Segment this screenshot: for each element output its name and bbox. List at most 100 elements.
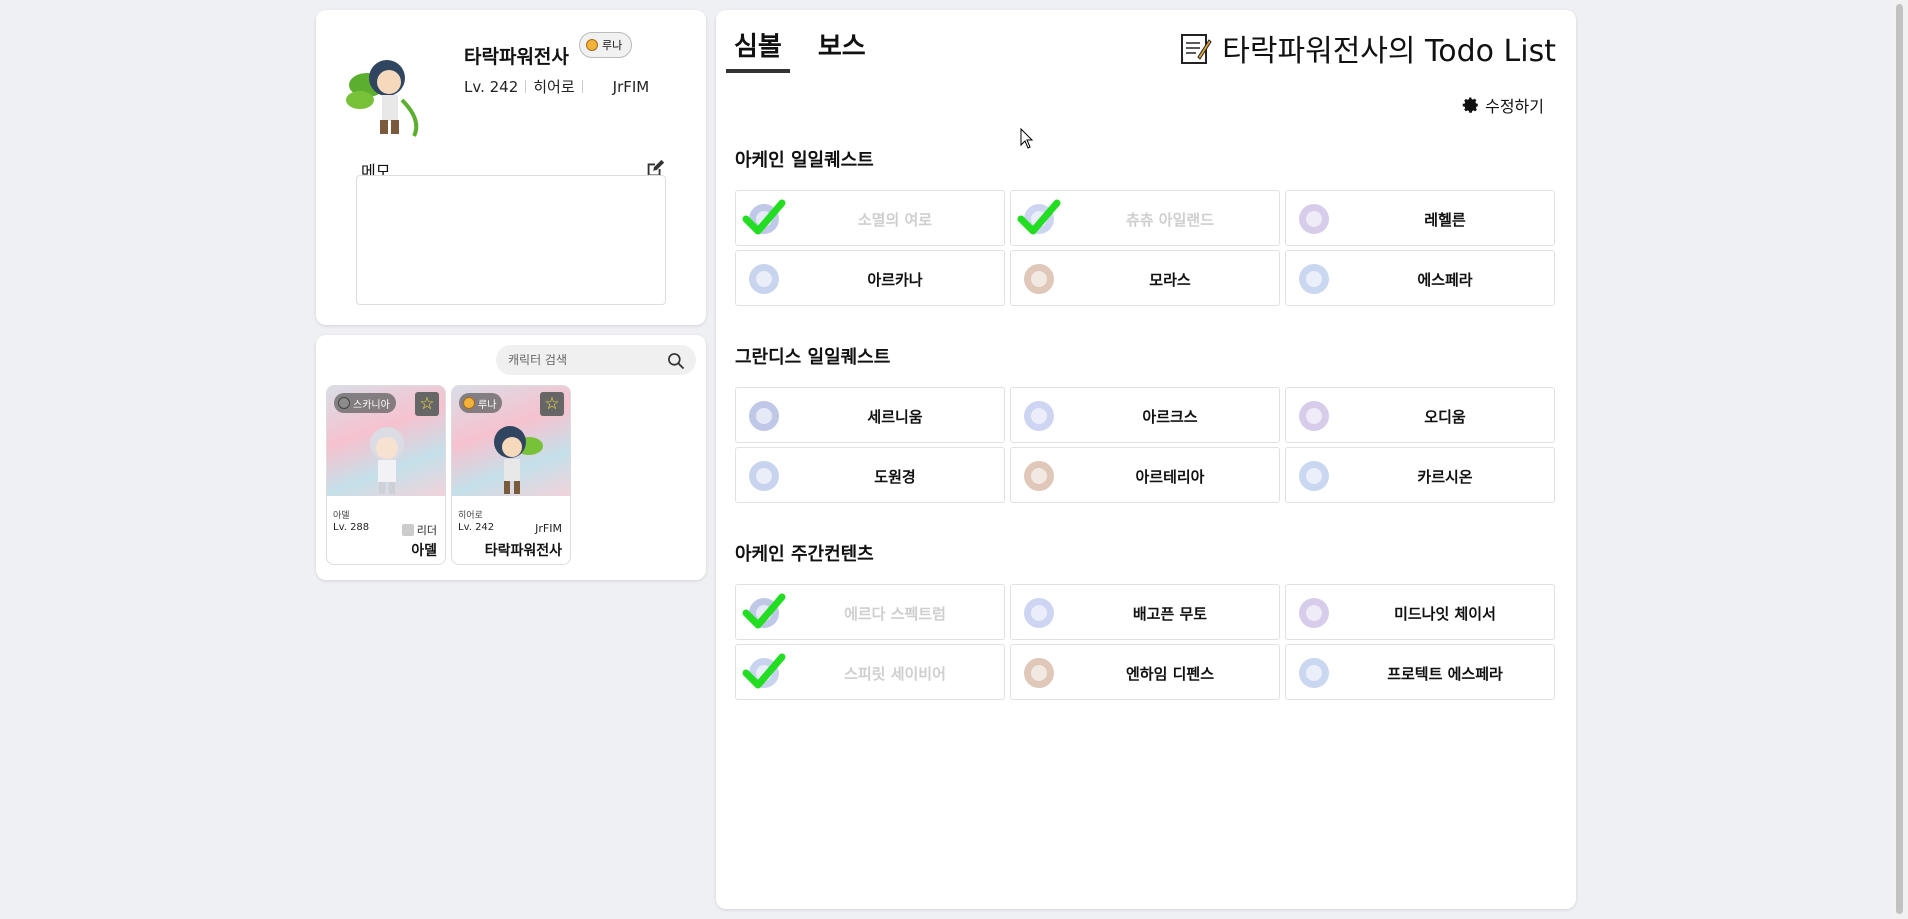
card-level: Lv. 242 [458,522,495,533]
quest-label: 아르크스 [1142,408,1198,426]
quest-card[interactable]: 스피릿 세이비어 [735,644,1005,700]
favorite-star-icon[interactable]: ☆ [415,392,439,416]
quest-card[interactable]: 미드나잇 체이서 [1285,584,1555,640]
character-level: Lv. 242 [464,77,519,96]
quest-card[interactable]: 아르크스 [1010,387,1280,443]
quest-region-icon [1296,261,1332,297]
search-icon[interactable] [666,351,686,371]
section-title: 그란디스 일일퀘스트 [735,347,891,368]
quest-region-icon [746,458,782,494]
quest-label: 엔하임 디펜스 [1125,665,1215,683]
quest-card[interactable]: 츄츄 아일랜드 [1010,190,1280,246]
page-scrollbar[interactable] [1891,0,1908,919]
quest-label: 아르카나 [867,271,923,289]
world-coin-icon [463,397,475,409]
character-card[interactable]: 루나 ☆ 히어로 Lv. 242 JrFIM 타락파워전사 [451,385,571,565]
guild-emblem-icon [401,524,414,536]
quest-region-icon [1296,201,1332,237]
character-search-input[interactable] [508,351,658,369]
quest-region-icon [1021,398,1057,434]
quest-card[interactable]: 레헬른 [1285,190,1555,246]
quest-region-icon [746,261,782,297]
memo-textarea[interactable] [356,175,666,305]
character-list-panel: 스카니아 ☆ 아델 Lv. 288 리더 아델 루나 ☆ 히어로 Lv. 242… [316,335,706,580]
quest-card[interactable]: 오디움 [1285,387,1555,443]
character-sprite-image [494,426,543,494]
scrollbar-thumb[interactable] [1896,4,1903,914]
quest-card[interactable]: 프로텍트 에스페라 [1285,644,1555,700]
quest-card[interactable]: 세르니움 [735,387,1005,443]
divider [525,80,527,93]
card-level: Lv. 288 [333,522,370,533]
character-card[interactable]: 스카니아 ☆ 아델 Lv. 288 리더 아델 [326,385,446,565]
divider [581,80,583,93]
quest-label: 아르테리아 [1135,468,1205,486]
quest-card[interactable]: 소멸의 여로 [735,190,1005,246]
todo-title-text: 타락파워전사의 Todo List [1222,34,1556,69]
quest-region-icon [1021,595,1057,631]
card-name: 타락파워전사 [484,543,562,559]
section-title: 아케인 일일퀘스트 [735,150,874,171]
card-extra: JrFIM [535,522,562,535]
quest-label: 소멸의 여로 [857,211,933,229]
character-job: 히어로 [533,78,575,96]
gear-icon [1462,97,1478,113]
quest-region-icon [746,398,782,434]
quest-card[interactable]: 에르다 스펙트럼 [735,584,1005,640]
check-icon [742,591,786,631]
quest-card[interactable]: 아르테리아 [1010,447,1280,503]
tab-boss[interactable]: 보스 [810,26,874,73]
quest-region-icon [1296,655,1332,691]
todo-tabs: 심볼 보스 [726,26,874,73]
quest-label: 츄츄 아일랜드 [1125,211,1215,229]
todo-title: 타락파워전사의 Todo List [1178,26,1556,70]
quest-card[interactable]: 아르카나 [735,250,1005,306]
quest-label: 카르시온 [1417,468,1473,486]
tab-symbol[interactable]: 심볼 [726,26,790,73]
quest-card[interactable]: 모라스 [1010,250,1280,306]
world-name: 루나 [602,39,623,52]
profile-panel: 타락파워전사 루나 Lv. 242 히어로 JrFIM 메모 [316,10,706,325]
world-coin-icon [586,39,598,51]
card-world: 스카니아 [353,399,390,411]
quest-region-icon [1021,458,1057,494]
favorite-star-icon[interactable]: ☆ [540,392,564,416]
card-extra-text: JrFIM [535,522,562,535]
quest-card[interactable]: 에스페라 [1285,250,1555,306]
quest-label: 오디움 [1424,408,1466,426]
character-info: Lv. 242 히어로 JrFIM [464,76,649,97]
character-name: 타락파워전사 [464,46,569,68]
quest-card[interactable]: 배고픈 무토 [1010,584,1280,640]
card-extra: 리더 [401,522,437,538]
quest-region-icon [1021,261,1057,297]
quest-region-icon [1296,398,1332,434]
card-world: 루나 [478,399,497,411]
character-avatar-image [346,60,419,137]
mouse-cursor-icon [1020,128,1034,149]
character-guild: JrFIM [612,77,650,96]
edit-button[interactable]: 수정하기 [1462,93,1544,117]
world-chip: 루나 [459,393,503,413]
quest-label: 에르다 스펙트럼 [844,605,946,623]
character-sprite-image [370,427,404,494]
world-badge: 루나 [579,32,633,58]
world-chip: 스카니아 [334,393,396,413]
character-search[interactable] [496,345,696,375]
quest-region-icon [1296,595,1332,631]
quest-card[interactable]: 도원경 [735,447,1005,503]
card-job: 아델 [333,511,350,521]
check-icon [742,197,786,237]
world-coin-icon [338,397,350,409]
quest-label: 모라스 [1149,271,1191,289]
quest-label: 스피릿 세이비어 [844,665,946,683]
quest-card[interactable]: 카르시온 [1285,447,1555,503]
quest-card[interactable]: 엔하임 디펜스 [1010,644,1280,700]
quest-label: 도원경 [874,468,916,486]
quest-region-icon [1296,458,1332,494]
card-name: 아델 [411,543,437,559]
check-icon [1017,197,1061,237]
quest-label: 세르니움 [867,408,923,426]
quest-region-icon [1021,655,1057,691]
memo-pad-icon [1181,34,1212,64]
quest-label: 프로텍트 에스페라 [1387,665,1503,683]
